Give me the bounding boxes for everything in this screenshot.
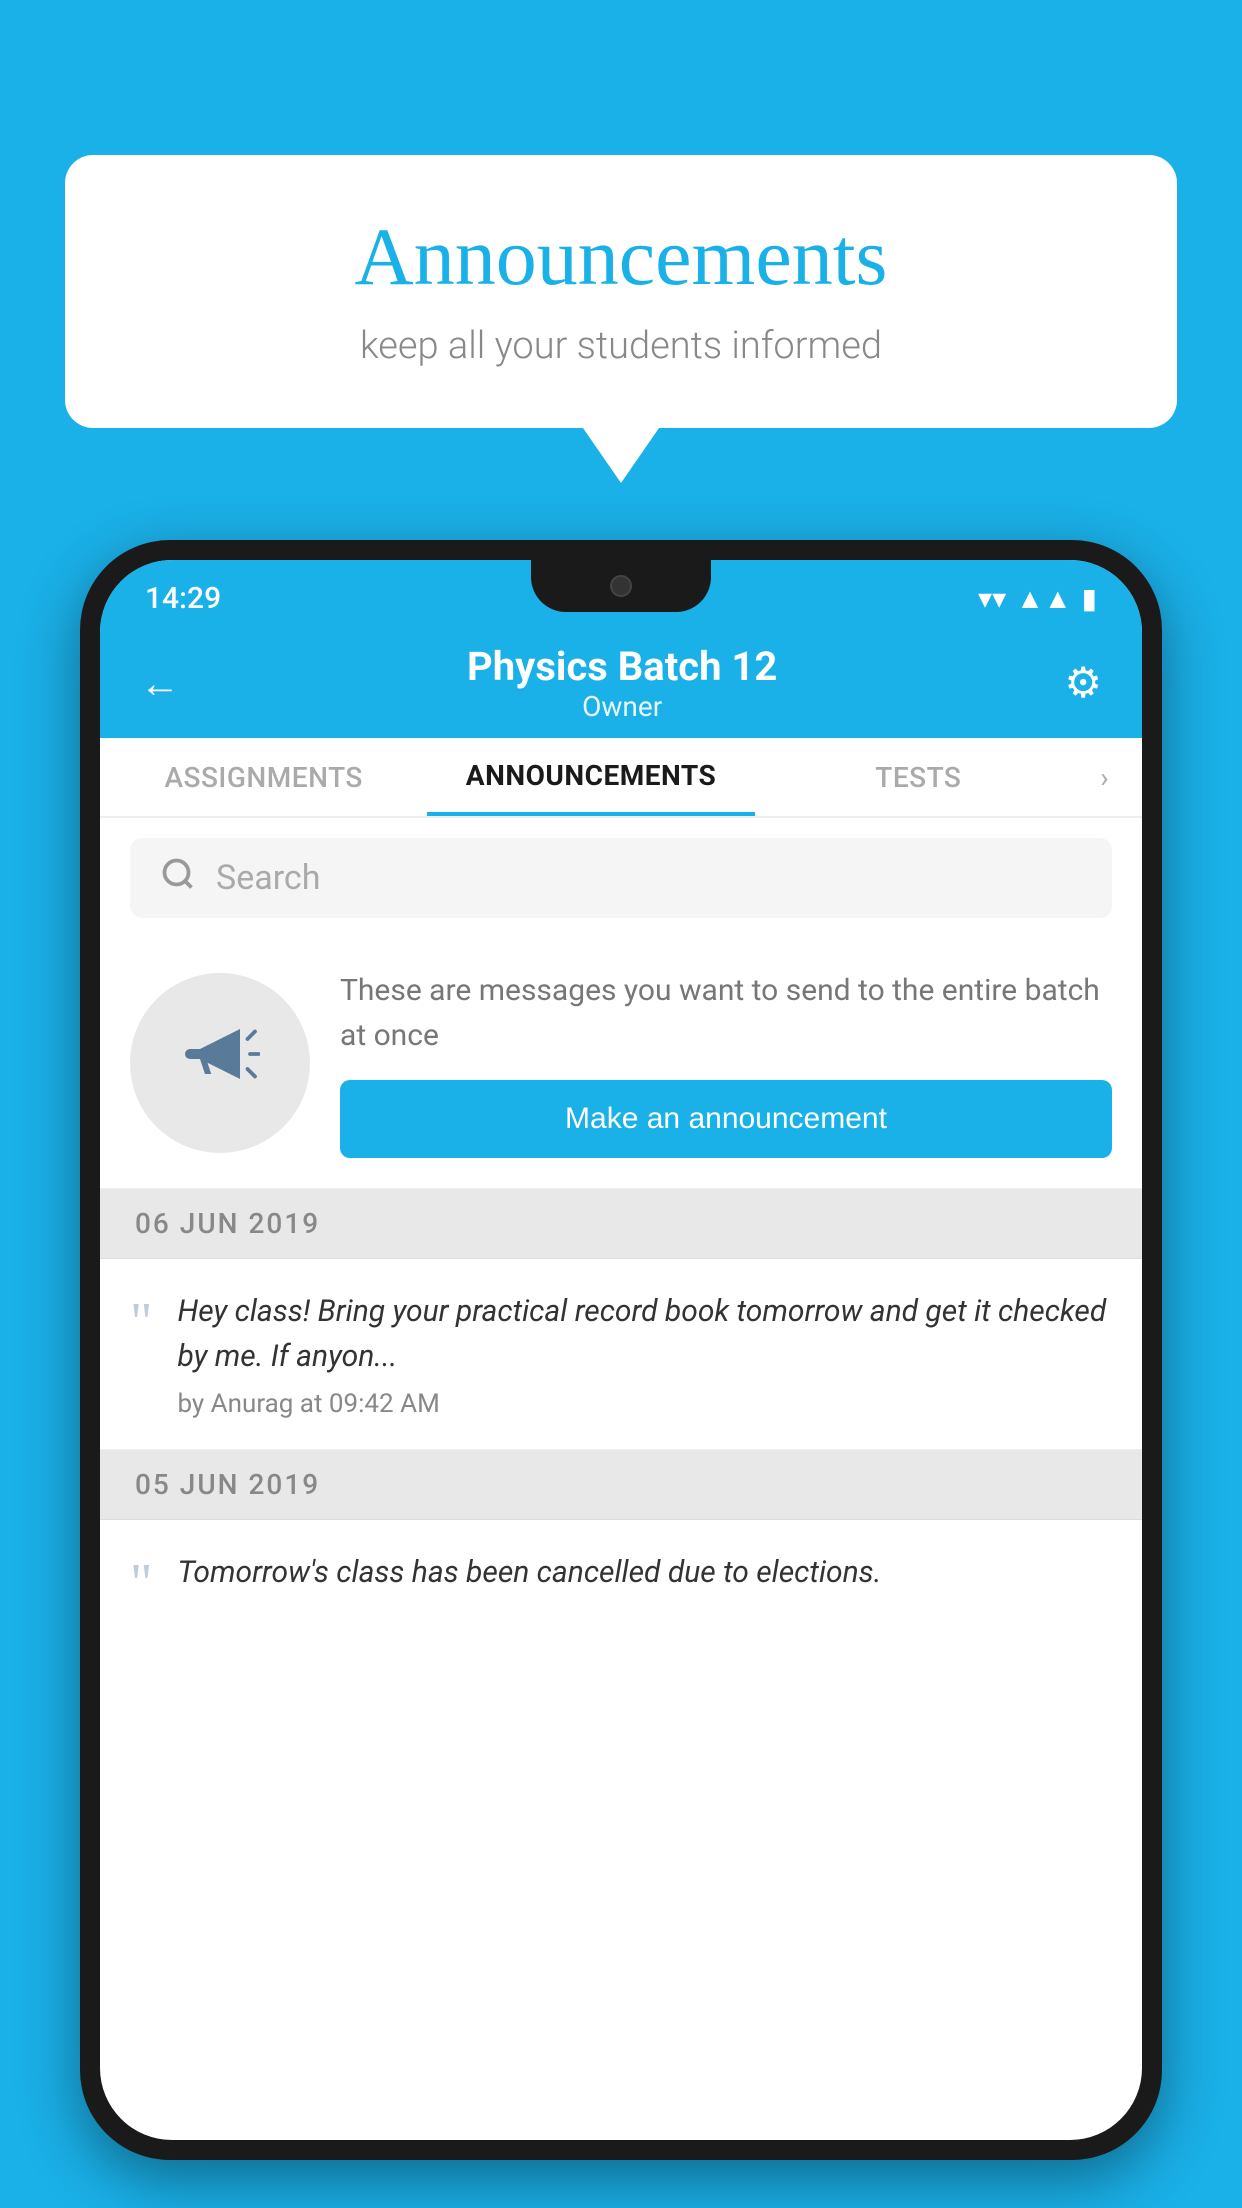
phone-frame: 14:29 ▾▾ ▲▲ ▮ ← Physics Batch 12 Owner ⚙ <box>80 540 1162 2160</box>
announcement-content-1: Hey class! Bring your practical record b… <box>177 1289 1112 1419</box>
date-separator-1: 06 JUN 2019 <box>100 1189 1142 1259</box>
status-time: 14:29 <box>145 581 221 616</box>
header-subtitle: Owner <box>467 690 777 723</box>
quote-icon-1: " <box>130 1294 152 1349</box>
announcement-text-2: Tomorrow's class has been cancelled due … <box>177 1550 1112 1595</box>
header-title: Physics Batch 12 <box>467 643 777 690</box>
tab-more[interactable]: › <box>1082 761 1142 794</box>
tab-tests[interactable]: TESTS <box>755 738 1082 816</box>
search-bar[interactable]: Search <box>130 838 1112 918</box>
announcement-item-1[interactable]: " Hey class! Bring your practical record… <box>100 1259 1142 1450</box>
bubble-subtitle: keep all your students informed <box>135 324 1107 368</box>
megaphone-icon <box>180 1014 260 1112</box>
header-center: Physics Batch 12 Owner <box>467 643 777 723</box>
make-announcement-button[interactable]: Make an announcement <box>340 1080 1112 1158</box>
phone-screen: 14:29 ▾▾ ▲▲ ▮ ← Physics Batch 12 Owner ⚙ <box>100 560 1142 2140</box>
gear-icon[interactable]: ⚙ <box>1064 658 1102 708</box>
announcement-content-2: Tomorrow's class has been cancelled due … <box>177 1550 1112 1605</box>
search-icon <box>160 856 196 901</box>
tab-assignments[interactable]: ASSIGNMENTS <box>100 738 427 816</box>
speech-bubble-section: Announcements keep all your students inf… <box>65 155 1177 483</box>
search-placeholder: Search <box>216 858 320 898</box>
phone-container: 14:29 ▾▾ ▲▲ ▮ ← Physics Batch 12 Owner ⚙ <box>80 540 1162 2208</box>
status-icons: ▾▾ ▲▲ ▮ <box>978 582 1097 615</box>
date-separator-2: 05 JUN 2019 <box>100 1450 1142 1520</box>
back-button[interactable]: ← <box>140 660 180 707</box>
battery-icon: ▮ <box>1082 582 1097 615</box>
quote-icon-2: " <box>130 1555 152 1610</box>
signal-icon: ▲▲ <box>1016 582 1071 615</box>
announcement-prompt: These are messages you want to send to t… <box>100 938 1142 1189</box>
bubble-title: Announcements <box>135 210 1107 304</box>
camera-dot <box>610 575 632 597</box>
announcement-right: These are messages you want to send to t… <box>340 968 1112 1158</box>
announcement-icon-circle <box>130 973 310 1153</box>
speech-bubble: Announcements keep all your students inf… <box>65 155 1177 428</box>
announcement-meta-1: by Anurag at 09:42 AM <box>177 1389 1112 1419</box>
app-header: ← Physics Batch 12 Owner ⚙ <box>100 628 1142 738</box>
speech-bubble-arrow <box>583 428 659 483</box>
announcement-item-2[interactable]: " Tomorrow's class has been cancelled du… <box>100 1520 1142 1640</box>
announcement-desc: These are messages you want to send to t… <box>340 968 1112 1058</box>
phone-notch <box>531 560 711 612</box>
search-container: Search <box>100 818 1142 938</box>
tabs-bar: ASSIGNMENTS ANNOUNCEMENTS TESTS › <box>100 738 1142 818</box>
announcement-text-1: Hey class! Bring your practical record b… <box>177 1289 1112 1379</box>
tab-announcements[interactable]: ANNOUNCEMENTS <box>427 738 754 816</box>
wifi-icon: ▾▾ <box>978 582 1006 615</box>
